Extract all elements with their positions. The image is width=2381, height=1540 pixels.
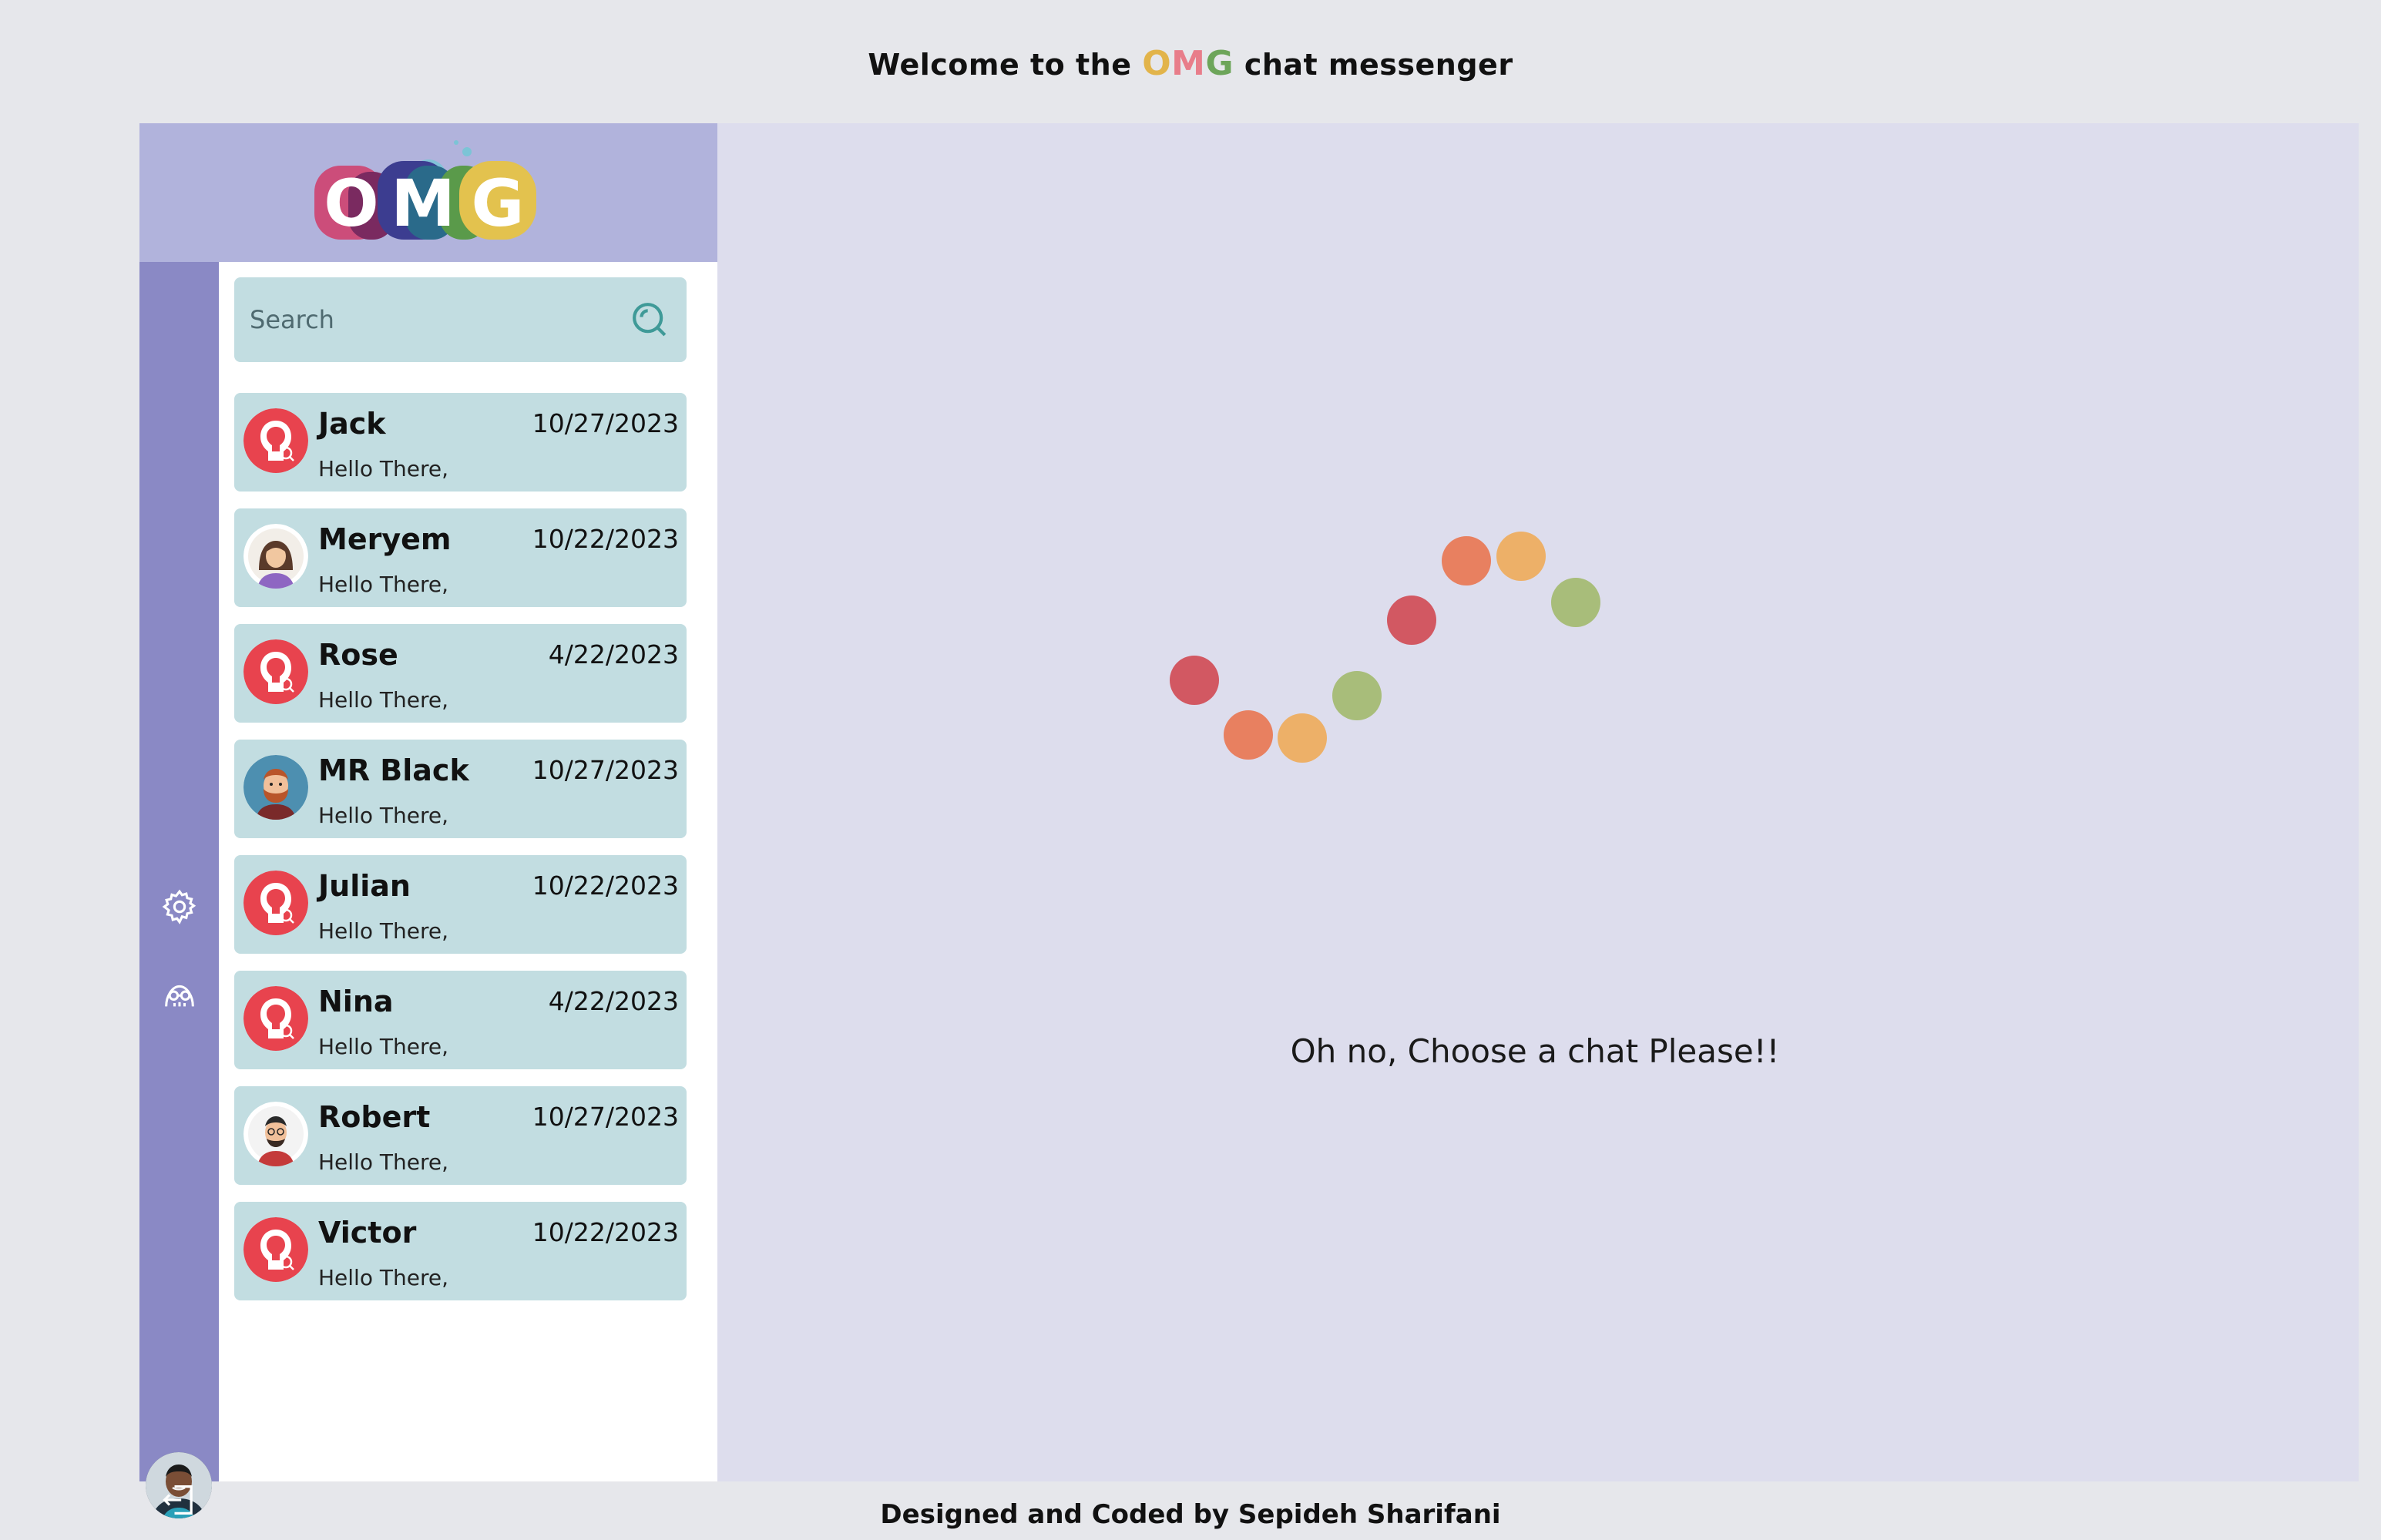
default-avatar [243, 639, 308, 704]
search-box[interactable] [234, 277, 687, 362]
incognito-icon [165, 985, 194, 1007]
brand-letter-m: M [1171, 44, 1206, 83]
logo-letter-m: M [391, 166, 455, 241]
conversation-area: Oh no, Choose a chat Please!! [717, 123, 2359, 1481]
chat-preview: Hello There, [318, 1265, 448, 1290]
chat-preview: Hello There, [318, 687, 448, 713]
chat-item-mr-black[interactable]: MR Black 10/27/2023 Hello There, [234, 740, 687, 838]
gear-icon [162, 889, 196, 924]
chat-preview: Hello There, [318, 572, 448, 597]
chat-item-nina[interactable]: Nina 4/22/2023 Hello There, [234, 971, 687, 1069]
bearded-man-avatar [243, 755, 308, 820]
search-input[interactable] [250, 305, 628, 334]
loading-dot [1551, 578, 1600, 627]
incognito-button[interactable] [159, 972, 200, 1014]
chat-name: Rose [318, 638, 398, 672]
default-avatar [243, 1217, 308, 1282]
chat-item-rose[interactable]: Rose 4/22/2023 Hello There, [234, 624, 687, 723]
chat-name: Meryem [318, 522, 452, 556]
default-avatar [243, 408, 308, 473]
chat-name: Jack [318, 407, 386, 441]
app-window: O M G Search Jack 10/27/2023 Hello There… [139, 123, 2359, 1518]
chat-item-robert[interactable]: Robert 10/27/2023 Hello There, [234, 1086, 687, 1185]
brand-inline: OMG [1142, 44, 1234, 83]
chat-name: Robert [318, 1100, 431, 1134]
woman-avatar [243, 524, 308, 589]
chat-list: Jack 10/27/2023 Hello There, Meryem 10/22/20… [234, 393, 687, 1317]
loading-dot [1332, 671, 1382, 720]
left-panel: O M G Search Jack 10/27/2023 Hello There… [139, 123, 717, 1518]
chat-item-jack[interactable]: Jack 10/27/2023 Hello There, [234, 393, 687, 492]
chat-preview: Hello There, [318, 1034, 448, 1059]
chat-date: 4/22/2023 [548, 639, 679, 669]
welcome-suffix: chat messenger [1244, 48, 1513, 82]
logo-letter-o: O [324, 166, 378, 241]
default-avatar [243, 871, 308, 935]
loading-dot [1442, 536, 1491, 585]
chat-date: 10/27/2023 [532, 408, 679, 438]
welcome-title: Welcome to the OMG chat messenger [0, 37, 2381, 91]
loading-dot [1278, 713, 1327, 763]
chat-item-meryem[interactable]: Meryem 10/22/2023 Hello There, [234, 508, 687, 607]
loading-dot [1496, 532, 1546, 581]
chat-date: 10/22/2023 [532, 1217, 679, 1247]
chat-date: 10/22/2023 [532, 524, 679, 554]
chat-list-panel: Jack 10/27/2023 Hello There, Meryem 10/22/20… [219, 262, 717, 1481]
empty-state-text: Oh no, Choose a chat Please!! [1290, 1032, 1780, 1070]
chat-date: 10/27/2023 [532, 755, 679, 785]
empty-state-message: Oh no, Choose a chat Please!! [717, 1032, 2381, 1070]
chat-name: Nina [318, 985, 394, 1018]
chat-preview: Hello There, [318, 456, 448, 481]
chat-name: Julian [318, 869, 411, 903]
chat-preview: Hello There, [318, 803, 448, 828]
chat-date: 10/27/2023 [532, 1102, 679, 1132]
chat-date: 10/22/2023 [532, 871, 679, 901]
glasses-man-avatar [243, 1102, 308, 1166]
loading-dot [1387, 596, 1436, 645]
default-avatar [243, 986, 308, 1051]
icon-rail [139, 262, 219, 1518]
chat-name: Victor [318, 1216, 417, 1250]
chat-preview: Hello There, [318, 1149, 448, 1175]
chat-name: MR Black [318, 753, 469, 787]
chat-item-julian[interactable]: Julian 10/22/2023 Hello There, [234, 855, 687, 954]
brand-letter-o: O [1142, 44, 1172, 83]
loading-dots-animation [1170, 532, 1600, 763]
chat-preview: Hello There, [318, 918, 448, 944]
chat-date: 4/22/2023 [548, 986, 679, 1016]
logo-band: O M G [139, 123, 717, 262]
search-icon[interactable] [628, 298, 671, 341]
loading-dot [1224, 710, 1273, 760]
brand-letter-g: G [1205, 44, 1234, 83]
settings-button[interactable] [159, 886, 200, 928]
footer-credit: Designed and Coded by Sepideh Sharifani [880, 1499, 1501, 1530]
chat-item-victor[interactable]: Victor 10/22/2023 Hello There, [234, 1202, 687, 1300]
omg-logo: O M G [314, 140, 536, 241]
logo-letter-g: G [472, 166, 525, 241]
welcome-prefix: Welcome to the [868, 48, 1132, 82]
loading-dot [1170, 656, 1219, 705]
